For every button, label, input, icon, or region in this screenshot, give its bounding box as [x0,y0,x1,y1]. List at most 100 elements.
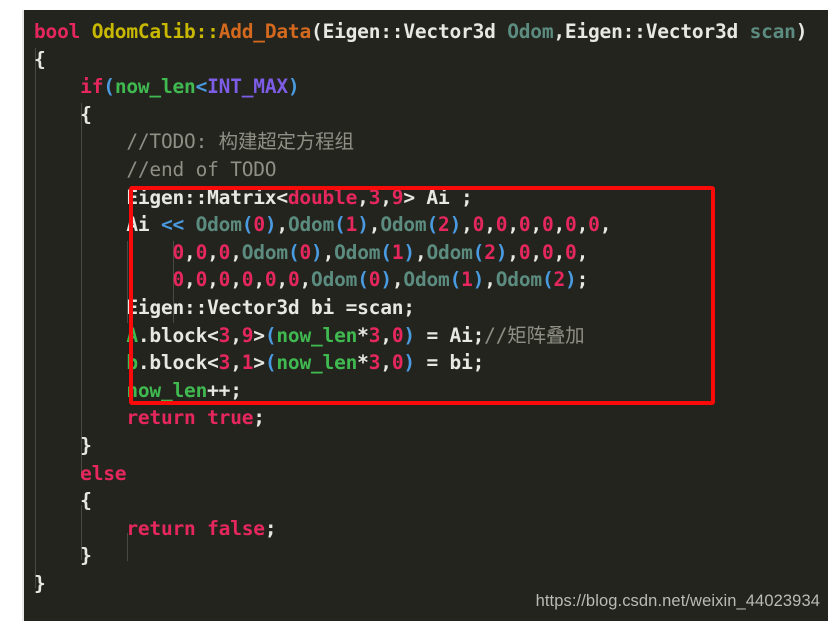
code-token: , [253,268,265,292]
code-line[interactable]: //end of TODO [34,156,828,184]
code-token: 0 [195,240,208,264]
code-line[interactable]: { [34,101,828,129]
code-token: 1 [391,240,404,264]
code-token: OdomCalib [91,20,196,43]
code-token: 3 [368,185,381,209]
code-token: Odom [403,268,450,292]
code-line[interactable]: bool OdomCalib::Add_Data(Eigen::Vector3d… [34,18,828,46]
watermark-text: https://blog.csdn.net/weixin_44023934 [535,592,820,610]
code-token: , [507,240,519,264]
code-token: 0 [518,213,531,237]
code-line[interactable]: return true; [34,404,828,432]
code-token: , [461,213,473,237]
code-token: ) [472,268,485,292]
code-line[interactable]: { [34,487,828,515]
code-line[interactable]: if(now_len<INT_MAX) [34,73,828,101]
code-token: INT_MAX [207,75,288,99]
code-token: now_len [276,351,358,375]
code-token: Eigen::Matrix< [126,185,288,209]
code-token: 0 [565,240,577,264]
code-token: ) [264,213,277,237]
code-token: ( [103,75,115,99]
code-token: 1 [241,351,254,375]
code-line[interactable]: A.block<3,9>(now_len*3,0) = Ai;//矩阵叠加 [34,322,828,350]
code-token: Eigen::Vector3d [322,20,508,43]
code-token: < [195,75,208,99]
code-token: 3 [368,351,381,375]
code-token: , [599,213,612,237]
code-line[interactable]: Eigen::Vector3d bi =scan; [34,294,828,322]
code-token: 0 [241,268,254,292]
code-line[interactable]: 0,0,0,Odom(0),Odom(1),Odom(2),0,0,0, [34,239,828,267]
code-line[interactable]: b.block<3,1>(now_len*3,0) = bi; [34,349,828,377]
code-line[interactable]: } [34,542,828,570]
code-token: , [380,323,392,347]
code-token: , [207,240,219,264]
code-token: ) [403,323,415,347]
code-token: 0 [172,240,185,264]
code-line[interactable]: else [34,460,828,488]
code-token: 2 [438,213,450,237]
code-line[interactable]: return false; [34,515,828,543]
code-token: 0 [391,323,404,347]
code-line[interactable]: 0,0,0,0,0,0,Odom(0),Odom(1),Odom(2); [34,266,828,294]
code-token: return [126,406,196,430]
code-token: bool [34,20,81,43]
code-token: ) [357,213,369,237]
code-content[interactable]: bool OdomCalib::Add_Data(Eigen::Vector3d… [24,10,828,597]
code-line[interactable]: //TODO: 构建超定方程组 [34,128,828,156]
code-token: 0 [541,240,554,264]
code-token: > Ai ; [403,185,473,209]
code-editor[interactable]: bool OdomCalib::Add_Data(Eigen::Vector3d… [22,10,828,621]
code-token: ( [541,268,554,292]
code-token: ( [357,268,369,292]
code-token: , [299,268,312,292]
code-token: 2 [484,240,496,264]
code-token: { [80,489,92,513]
code-token: 0 [172,268,185,292]
code-token: :: [195,20,219,43]
code-token: 1 [345,213,358,237]
code-token: 1 [461,268,473,292]
code-token: , [184,240,196,264]
code-token: 2 [553,268,566,292]
code-token: scan [749,20,796,43]
code-token: , [484,268,496,292]
code-token: = bi; [414,351,485,375]
code-line[interactable]: } [34,432,828,460]
code-token: { [34,47,46,71]
code-token: 0 [391,351,404,375]
code-token: , [368,213,381,237]
code-token: true [207,406,254,430]
code-token: , [530,240,542,264]
code-token: , [530,213,542,237]
code-token: 0 [472,213,485,237]
code-token: 0 [518,240,531,264]
code-token: , [576,213,589,237]
code-line[interactable]: now_len++; [34,377,828,405]
code-token: ) [449,213,462,237]
code-token: , [230,240,242,264]
code-token: //TODO: 构建超定方程组 [126,130,354,154]
code-line[interactable]: Eigen::Matrix<double,3,9> Ai ; [34,184,828,212]
code-line[interactable]: Ai << Odom(0),Odom(1),Odom(2),0,0,0,0,0,… [34,211,828,239]
code-token: Add_Data [218,20,312,43]
code-token: double [287,185,358,209]
code-token: ( [287,240,300,264]
code-line[interactable]: { [34,46,828,74]
code-token: 0 [565,213,577,237]
code-token: ; [264,516,277,540]
code-token: } [34,571,46,595]
code-token: ( [264,323,277,347]
code-token: //矩阵叠加 [484,323,585,347]
